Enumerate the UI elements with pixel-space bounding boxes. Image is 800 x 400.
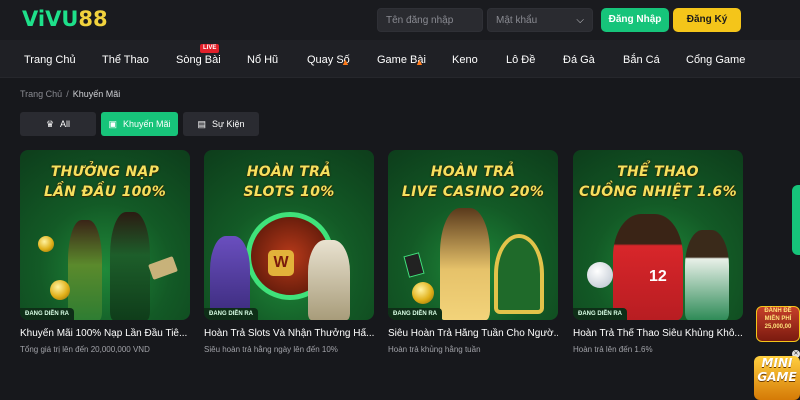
dealer-figure — [440, 208, 490, 320]
footballer-green-figure — [685, 230, 729, 320]
side-drawer-handle[interactable] — [792, 185, 800, 255]
nav-item-fishing[interactable]: Bắn Cá — [623, 40, 660, 78]
gift-icon: ▣ — [108, 119, 117, 129]
status-badge: ĐANG DIỄN RA — [20, 308, 75, 320]
top-header: ViVU 88 Tên đăng nhập Mật khẩu ⌵ Đăng Nhậ… — [0, 0, 800, 40]
free-lottery-amount: 25,000,00 — [764, 324, 792, 330]
promo-card-art-title: THƯỞNG NẠP — [50, 164, 160, 180]
nav-item-card-games[interactable]: Game Bài ▲ — [377, 40, 426, 78]
filter-tab-events-label: Sự Kiện — [211, 119, 245, 129]
promo-card-image[interactable]: HOÀN TRẢ LIVE CASINO 20% ĐANG DIỄN RA — [388, 150, 558, 320]
password-placeholder: Mật khẩu — [496, 15, 538, 26]
breadcrumb-separator: / — [66, 89, 69, 99]
promo-card[interactable]: THỂ THAO CUỒNG NHIỆT 1.6% 12 ĐANG DIỄN R… — [573, 150, 743, 354]
breadcrumb: Trang Chủ / Khuyến Mãi — [20, 89, 120, 99]
fire-icon: ▲ — [415, 57, 424, 67]
mini-game-line1: MINI — [761, 356, 793, 370]
promo-card-subtitle: Siêu hoàn trả hằng ngày lên đến 10% — [204, 345, 338, 354]
free-lottery-line1: ĐÁNH ĐỀ — [764, 308, 792, 314]
promo-card-art-subtitle: LẦN ĐẦU 100% — [43, 184, 167, 200]
gold-coin-icon — [412, 282, 434, 304]
login-button[interactable]: Đăng Nhập — [601, 8, 669, 32]
register-button[interactable]: Đăng Ký — [673, 8, 741, 32]
promo-card-image[interactable]: HOÀN TRẢ SLOTS 10% W ĐANG DIỄN RA — [204, 150, 374, 320]
filter-tab-promotions[interactable]: ▣ Khuyến Mãi — [101, 112, 178, 136]
promo-card-title[interactable]: Siêu Hoàn Trả Hằng Tuần Cho Ngườ... — [388, 328, 558, 339]
crown-icon: ♛ — [45, 119, 55, 129]
nav-item-lode[interactable]: Lô Đề — [506, 40, 535, 78]
zeus-figure — [308, 240, 350, 320]
live-badge: LIVE — [200, 44, 220, 53]
breadcrumb-current: Khuyến Mãi — [72, 89, 121, 99]
nav-item-slots[interactable]: Nổ Hũ — [247, 40, 278, 78]
promo-card-title[interactable]: Khuyến Mãi 100% Nạp Lần Đầu Tiê... — [20, 328, 190, 339]
promo-card-subtitle: Hoàn trả khủng hằng tuần — [388, 345, 481, 354]
promo-card-art-title: THỂ THAO — [617, 164, 699, 180]
filter-tab-all[interactable]: ♛ All — [20, 112, 96, 136]
man-figure — [110, 212, 150, 320]
breadcrumb-home[interactable]: Trang Chủ — [20, 89, 62, 99]
chevron-down-icon[interactable]: ⌵ — [576, 9, 584, 33]
wild-symbol-icon: W — [268, 250, 294, 276]
filter-tab-events[interactable]: ▤ Sự Kiện — [183, 112, 259, 136]
promo-card-image[interactable]: THỂ THAO CUỒNG NHIỆT 1.6% 12 ĐANG DIỄN R… — [573, 150, 743, 320]
jersey-number: 12 — [649, 268, 667, 285]
promo-card-title[interactable]: Hoàn Trả Thể Thao Siêu Khủng Khô... — [573, 328, 743, 339]
username-input[interactable]: Tên đăng nhập — [377, 8, 483, 32]
mini-game-widget[interactable]: MINI GAME — [754, 356, 800, 400]
footballer-red-figure — [613, 214, 683, 320]
site-logo[interactable]: ViVU 88 — [22, 6, 108, 32]
status-badge: ĐANG DIỄN RA — [573, 308, 628, 320]
nav-item-cockfight[interactable]: Đá Gà — [563, 40, 595, 78]
nav-item-keno[interactable]: Keno — [452, 40, 478, 78]
football-icon — [587, 262, 613, 288]
nav-item-game-portal[interactable]: Cổng Game — [686, 40, 745, 78]
logo-text-vivu: ViVU — [22, 7, 79, 31]
promo-card-image[interactable]: THƯỞNG NẠP LẦN ĐẦU 100% ĐANG DIỄN RA — [20, 150, 190, 320]
promo-card-art-title: HOÀN TRẢ — [246, 164, 332, 180]
playing-card-icon — [403, 252, 425, 278]
promo-card-art-subtitle: CUỒNG NHIỆT 1.6% — [579, 184, 737, 200]
roulette-wheel — [494, 234, 544, 314]
nav-item-home[interactable]: Trang Chủ — [24, 40, 76, 78]
promo-card[interactable]: HOÀN TRẢ SLOTS 10% W ĐANG DIỄN RA Hoàn T… — [204, 150, 374, 354]
password-input[interactable]: Mật khẩu ⌵ — [487, 8, 593, 32]
nav-item-lottery[interactable]: Quay Số ▲ — [307, 40, 350, 78]
mini-game-line2: GAME — [757, 370, 797, 384]
status-badge: ĐANG DIỄN RA — [388, 308, 443, 320]
free-lottery-widget[interactable]: ĐÁNH ĐỀ MIỄN PHÍ 25,000,00 — [756, 306, 800, 342]
calendar-icon: ▤ — [197, 119, 206, 129]
filter-tab-all-label: All — [60, 119, 71, 129]
logo-text-88: 88 — [78, 7, 108, 31]
promo-card-subtitle: Tổng giá trị lên đến 20,000,000 VND — [20, 345, 150, 354]
fire-icon: ▲ — [341, 57, 350, 67]
promo-card-art-title: HOÀN TRẢ — [430, 164, 516, 180]
gold-coin-icon — [38, 236, 54, 252]
woman-figure — [68, 220, 102, 320]
promo-card-title[interactable]: Hoàn Trả Slots Và Nhận Thưởng Hấ... — [204, 328, 374, 339]
free-lottery-line2: MIỄN PHÍ — [764, 316, 792, 322]
nav-item-casino[interactable]: Sòng Bài LIVE — [176, 40, 221, 78]
nav-item-casino-label: Sòng Bài — [176, 54, 221, 66]
main-nav: Trang Chủ Thể Thao Sòng Bài LIVE Nổ Hũ Q… — [0, 40, 800, 78]
status-badge: ĐANG DIỄN RA — [204, 308, 259, 320]
promo-card[interactable]: THƯỞNG NẠP LẦN ĐẦU 100% ĐANG DIỄN RA Khu… — [20, 150, 190, 354]
filter-tab-promotions-label: Khuyến Mãi — [122, 119, 171, 129]
nav-item-sports[interactable]: Thể Thao — [102, 40, 149, 78]
cash-icon — [148, 256, 178, 280]
promo-card-art-subtitle: LIVE CASINO 20% — [401, 184, 545, 200]
gold-coin-icon — [50, 280, 70, 300]
promo-card[interactable]: HOÀN TRẢ LIVE CASINO 20% ĐANG DIỄN RA Si… — [388, 150, 558, 354]
promo-card-subtitle: Hoàn trả lên đến 1.6% — [573, 345, 653, 354]
promo-card-art-subtitle: SLOTS 10% — [243, 184, 335, 200]
